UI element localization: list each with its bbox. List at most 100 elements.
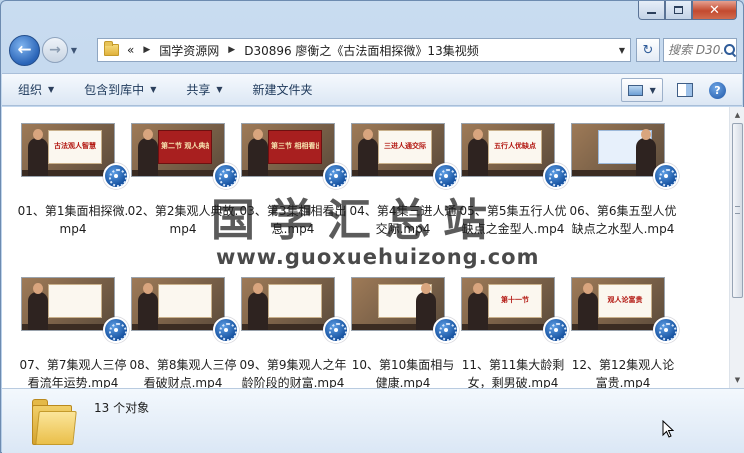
chevron-down-icon: ▼ <box>216 85 223 94</box>
back-button[interactable]: ← <box>9 34 40 66</box>
scrollbar-thumb[interactable] <box>732 123 743 298</box>
new-folder-button[interactable]: 新建文件夹 <box>253 81 313 98</box>
help-icon[interactable]: ? <box>709 81 726 99</box>
close-button[interactable]: ✕ <box>692 1 737 20</box>
arrow-left-icon: ← <box>17 40 32 60</box>
file-name: 12、第12集观人论富贵.mp4 <box>571 358 675 388</box>
scroll-up-icon[interactable]: ▲ <box>730 107 744 123</box>
file-item[interactable]: 第三节 相相看出息 03、第3集相相看出息.mp4 <box>240 123 349 243</box>
minimize-button[interactable] <box>638 1 665 20</box>
breadcrumb-item-root[interactable]: 国学资源网 <box>159 42 219 59</box>
video-thumbnail: 三进人通交际 <box>351 123 445 177</box>
chevron-down-icon: ▼ <box>48 85 55 94</box>
breadcrumb-overflow[interactable]: « <box>127 43 134 57</box>
file-name: 01、第1集面相探微.mp4 <box>17 204 129 236</box>
video-thumbnail <box>571 123 665 177</box>
thumbnail-board: 五行人优缺点 <box>488 130 542 164</box>
file-item[interactable]: 古法观人智慧 01、第1集面相探微.mp4 <box>18 123 129 243</box>
file-name: 08、第8集观人三停看破财点.mp4 <box>129 358 237 388</box>
media-player-icon <box>103 163 129 189</box>
presenter-figure <box>138 283 158 330</box>
include-in-library-menu[interactable]: 包含到库中 ▼ <box>84 81 156 98</box>
address-bar[interactable]: « ▶ 国学资源网 ▶ D30896 廖衡之《古法面相探微》13集视频 ▼ <box>97 38 631 62</box>
thumbnail-board <box>158 284 212 318</box>
file-item[interactable]: 06、第6集五型人优缺点之水型人.mp4 <box>570 123 679 243</box>
search-icon[interactable] <box>724 44 736 56</box>
thumbnail-board: 第十一节 <box>488 284 542 318</box>
include-in-library-label: 包含到库中 <box>84 83 145 97</box>
arrow-right-icon: → <box>49 42 61 58</box>
video-thumbnail <box>241 277 335 331</box>
new-folder-label: 新建文件夹 <box>252 83 313 97</box>
presenter-figure <box>468 283 488 330</box>
search-box[interactable] <box>663 38 737 62</box>
maximize-button[interactable] <box>665 1 692 20</box>
file-name: 03、第3集相相看出息.mp4 <box>239 204 347 236</box>
organize-label: 组织 <box>18 83 43 97</box>
file-item[interactable]: 三进人通交际 04、第4集三进人通交际.mp4 <box>350 123 459 243</box>
organize-menu[interactable]: 组织 ▼ <box>18 81 54 98</box>
thumbnail-board-text: 第十一节 <box>501 296 529 304</box>
thumbnail-board-text: 三进人通交际 <box>384 142 426 150</box>
close-icon: ✕ <box>709 2 720 18</box>
file-list[interactable]: 古法观人智慧 01、第1集面相探微.mp4 第二节 观人典故 02、第2集观人典故.m… <box>2 107 729 388</box>
video-thumbnail: 观人论富贵 <box>571 277 665 331</box>
command-bar: 组织 ▼ 包含到库中 ▼ 共享 ▼ 新建文件夹 ▼ ? <box>2 73 742 106</box>
refresh-button[interactable]: ↻ <box>636 38 660 62</box>
file-item[interactable]: 09、第9集观人之年龄阶段的财富.mp4 <box>240 277 349 388</box>
video-thumbnail: 第二节 观人典故 <box>131 123 225 177</box>
media-player-icon <box>543 317 569 343</box>
media-player-icon <box>213 163 239 189</box>
media-player-icon <box>323 163 349 189</box>
caption-buttons: ✕ <box>638 1 737 20</box>
thumbnail-board <box>48 284 102 318</box>
file-item[interactable]: 第十一节 11、第11集大龄剩女，剩男破.mp4 <box>461 277 569 388</box>
scroll-down-icon[interactable]: ▼ <box>730 372 744 388</box>
file-name: 11、第11集大龄剩女，剩男破.mp4 <box>461 358 565 388</box>
presenter-figure <box>28 129 48 176</box>
media-player-icon <box>213 317 239 343</box>
presenter-figure <box>578 283 598 330</box>
forward-button[interactable]: → <box>42 37 68 63</box>
breadcrumb-item-current[interactable]: D30896 廖衡之《古法面相探微》13集视频 <box>244 42 479 59</box>
media-player-icon <box>433 317 459 343</box>
breadcrumb-separator-icon[interactable]: ▶ <box>143 45 150 55</box>
file-name: 02、第2集观人典故.mp4 <box>127 204 239 236</box>
address-dropdown-icon[interactable]: ▼ <box>619 46 625 55</box>
presenter-figure <box>248 129 268 176</box>
thumbnail-board-text: 五行人优缺点 <box>494 142 536 150</box>
file-item[interactable]: 五行人优缺点 05、第5集五行人优缺点之金型人.mp4 <box>460 123 569 243</box>
thumbnail-board: 观人论富贵 <box>598 284 652 318</box>
share-menu[interactable]: 共享 ▼ <box>186 81 222 98</box>
presenter-figure <box>28 283 48 330</box>
file-item[interactable]: 10、第10集面相与健康.mp4 <box>351 277 459 388</box>
video-thumbnail: 古法观人智慧 <box>21 123 115 177</box>
chevron-down-icon: ▼ <box>649 85 656 95</box>
media-player-icon <box>653 317 679 343</box>
change-view-button[interactable]: ▼ <box>621 78 663 102</box>
recent-pages-button[interactable]: ▼ <box>68 40 80 60</box>
vertical-scrollbar[interactable]: ▲ ▼ <box>729 107 744 388</box>
media-player-icon <box>433 163 459 189</box>
file-item[interactable]: 观人论富贵 12、第12集观人论富贵.mp4 <box>571 277 679 388</box>
thumbnail-board-text: 观人论富贵 <box>607 296 643 304</box>
refresh-icon: ↻ <box>642 42 654 58</box>
video-thumbnail <box>131 277 225 331</box>
file-item[interactable]: 第二节 观人典故 02、第2集观人典故.mp4 <box>128 123 239 243</box>
file-item[interactable]: 08、第8集观人三停看破财点.mp4 <box>130 277 239 388</box>
media-player-icon <box>543 163 569 189</box>
media-player-icon <box>323 317 349 343</box>
breadcrumb-separator-icon[interactable]: ▶ <box>228 45 235 55</box>
preview-pane-icon[interactable] <box>677 83 693 97</box>
explorer-window: ✕ ← → ▼ « ▶ 国学资源网 ▶ D30896 廖衡之《古法面相探微》13… <box>0 0 744 453</box>
thumbnail-board: 第三节 相相看出息 <box>268 130 322 164</box>
video-thumbnail <box>21 277 115 331</box>
video-thumbnail <box>351 277 445 331</box>
presenter-figure <box>468 129 488 176</box>
search-input[interactable] <box>668 43 724 57</box>
thumbnail-board: 古法观人智慧 <box>48 130 102 164</box>
presenter-figure <box>138 129 158 176</box>
file-name: 07、第7集观人三停看流年运势.mp4 <box>19 358 127 388</box>
mouse-cursor-icon <box>662 420 674 438</box>
file-item[interactable]: 07、第7集观人三停看流年运势.mp4 <box>20 277 129 388</box>
